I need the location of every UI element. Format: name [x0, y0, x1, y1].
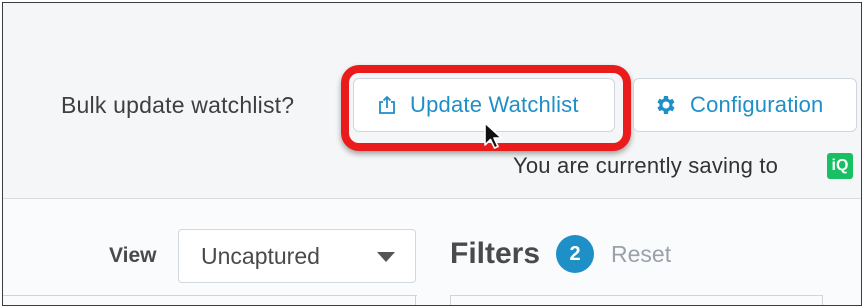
watchlist-header: Bulk update watchlist? Update Watchlist …: [3, 3, 861, 198]
view-select[interactable]: Uncaptured: [178, 229, 416, 283]
filters-heading: Filters: [450, 237, 541, 270]
divider: [415, 295, 416, 305]
caret-down-icon: [377, 252, 395, 262]
mouse-pointer-icon: [484, 122, 503, 149]
divider: [450, 295, 822, 296]
gear-icon: [654, 93, 678, 117]
filter-panel: View Uncaptured Filters 2 Reset: [3, 198, 861, 305]
iq-logo-badge: iQ: [827, 153, 853, 179]
filters-count-badge: 2: [556, 235, 594, 273]
saving-destination-text: You are currently saving to: [513, 153, 779, 178]
divider: [3, 295, 417, 296]
view-label: View: [109, 244, 157, 267]
app-frame: Bulk update watchlist? Update Watchlist …: [2, 2, 862, 306]
view-select-value: Uncaptured: [201, 242, 320, 269]
divider: [822, 295, 823, 305]
divider: [450, 295, 451, 305]
configuration-button[interactable]: Configuration: [633, 78, 857, 132]
reset-filters-link[interactable]: Reset: [611, 241, 671, 268]
bulk-update-label: Bulk update watchlist?: [61, 92, 295, 118]
configuration-label: Configuration: [690, 92, 824, 117]
